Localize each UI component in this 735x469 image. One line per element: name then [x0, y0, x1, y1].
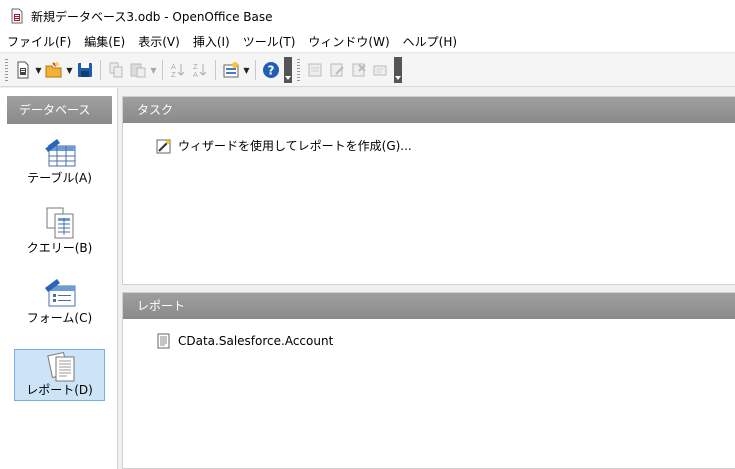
- svg-text:?: ?: [268, 64, 275, 78]
- report-panel: レポート CData.Salesforce.Account: [122, 292, 735, 469]
- report-document-icon: [156, 333, 172, 349]
- new-dropdown-arrow-icon[interactable]: ▼: [34, 59, 43, 81]
- standard-toolbar: ▼ ▼ ▼ AZ ZA ▼ ?: [0, 54, 735, 87]
- sidebar-item-forms[interactable]: フォーム(C): [14, 276, 105, 328]
- report-icon: [44, 350, 78, 384]
- toolbar-overflow-icon[interactable]: [284, 57, 292, 83]
- window-title: 新規データベース3.odb - OpenOffice Base: [31, 9, 273, 24]
- menu-help[interactable]: ヘルプ(H): [396, 32, 463, 53]
- title-bar: 新規データベース3.odb - OpenOffice Base: [0, 0, 735, 32]
- open-object-icon[interactable]: [304, 59, 326, 81]
- task-panel: タスク ウィザードを使用してレポートを作成(G)...: [122, 96, 735, 285]
- form-dropdown-arrow-icon[interactable]: ▼: [242, 59, 251, 81]
- sidebar-item-label: クエリー(B): [26, 241, 93, 255]
- toolbar-separator: [100, 60, 101, 80]
- paste-dropdown-arrow-icon[interactable]: ▼: [149, 59, 158, 81]
- menu-file[interactable]: ファイル(F): [0, 32, 77, 53]
- sidebar-item-label: フォーム(C): [26, 311, 93, 325]
- task-label: ウィザードを使用してレポートを作成(G)...: [178, 139, 412, 153]
- open-icon[interactable]: [43, 59, 65, 81]
- delete-icon[interactable]: [348, 59, 370, 81]
- sort-ascending-icon[interactable]: AZ: [167, 59, 189, 81]
- toolbar-separator: [255, 60, 256, 80]
- toolbar-overflow-icon[interactable]: [394, 57, 402, 83]
- save-icon[interactable]: [74, 59, 96, 81]
- open-dropdown-arrow-icon[interactable]: ▼: [65, 59, 74, 81]
- task-panel-header: タスク: [123, 97, 735, 123]
- copy-icon[interactable]: [105, 59, 127, 81]
- query-icon: [43, 206, 77, 240]
- svg-text:Z: Z: [171, 71, 176, 79]
- task-create-report-wizard[interactable]: ウィザードを使用してレポートを作成(G)...: [156, 137, 412, 154]
- menu-view[interactable]: 表示(V): [131, 32, 186, 53]
- toolbar-grip[interactable]: [297, 59, 300, 81]
- menu-tools[interactable]: ツール(T): [236, 32, 302, 53]
- toolbar-separator: [215, 60, 216, 80]
- menu-edit[interactable]: 編集(E): [77, 32, 131, 53]
- menu-insert[interactable]: 挿入(I): [186, 32, 236, 53]
- rename-icon[interactable]: [370, 59, 392, 81]
- sidebar-item-tables[interactable]: テーブル(A): [14, 136, 105, 188]
- sidebar-header: データベース: [7, 96, 112, 124]
- report-list-item[interactable]: CData.Salesforce.Account: [156, 333, 333, 349]
- paste-icon[interactable]: [127, 59, 149, 81]
- menu-bar: ファイル(F) 編集(E) 表示(V) 挿入(I) ツール(T) ウィンドウ(W…: [0, 32, 735, 53]
- toolbar-separator: [162, 60, 163, 80]
- help-icon[interactable]: ?: [260, 59, 282, 81]
- wizard-icon: [156, 138, 172, 154]
- table-icon: [43, 136, 77, 170]
- new-icon[interactable]: [12, 59, 34, 81]
- form-icon[interactable]: [220, 59, 242, 81]
- sidebar-item-queries[interactable]: クエリー(B): [14, 206, 105, 258]
- toolbar-grip[interactable]: [5, 59, 8, 81]
- svg-text:A: A: [171, 63, 176, 71]
- report-name: CData.Salesforce.Account: [178, 334, 334, 348]
- edit-icon[interactable]: [326, 59, 348, 81]
- database-document-icon: [9, 8, 25, 24]
- report-panel-header: レポート: [123, 293, 735, 319]
- svg-text:A: A: [193, 71, 198, 79]
- sort-descending-icon[interactable]: ZA: [189, 59, 211, 81]
- menu-window[interactable]: ウィンドウ(W): [301, 32, 395, 53]
- sidebar-item-reports[interactable]: レポート(D): [14, 349, 105, 401]
- sidebar-item-label: テーブル(A): [27, 171, 92, 185]
- database-sidebar: データベース テーブル(A) クエリー(B) フォーム(C) レポート(D): [0, 88, 118, 469]
- svg-text:Z: Z: [193, 63, 198, 71]
- form-icon: [43, 276, 77, 310]
